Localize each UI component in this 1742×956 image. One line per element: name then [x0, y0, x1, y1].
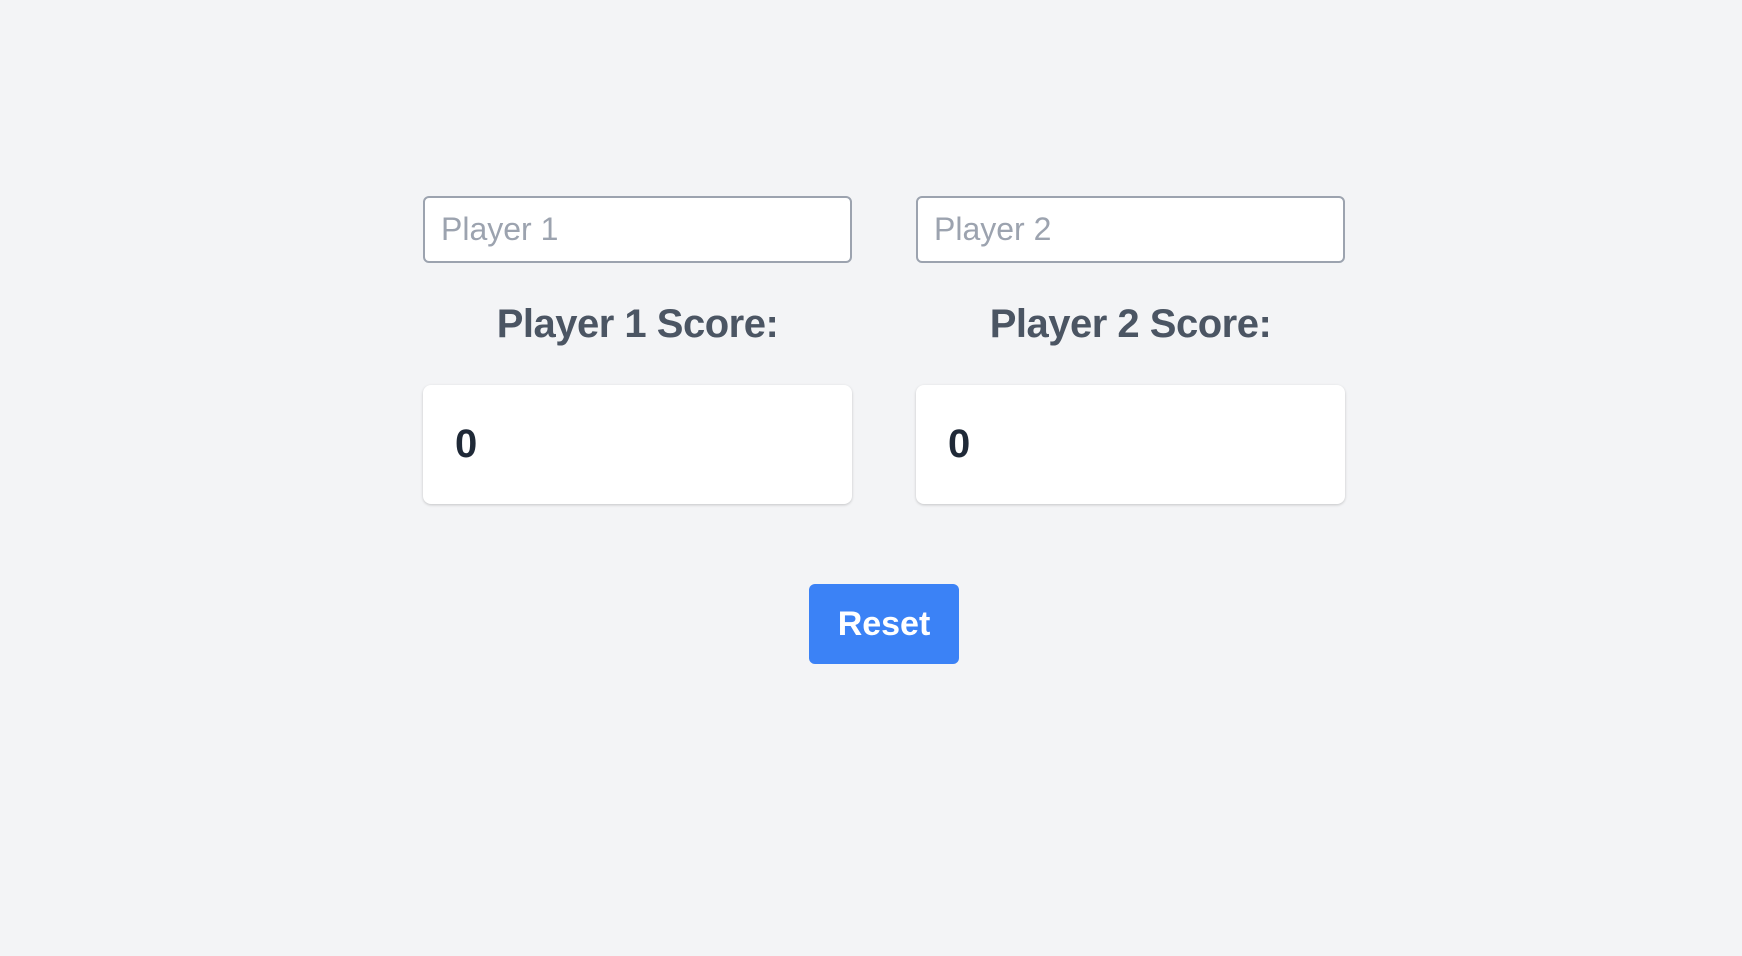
player-2-score-heading: Player 2 Score:	[989, 302, 1272, 346]
player-1-score-heading: Player 1 Score:	[496, 302, 779, 346]
score-board: Player 1 Score: Player 2 Score: 0 0 Rese…	[0, 0, 1742, 956]
player-2-name-input[interactable]	[916, 196, 1345, 263]
player-1-name-input[interactable]	[423, 196, 852, 263]
reset-button[interactable]: Reset	[809, 584, 959, 664]
player-1-score-card[interactable]: 0	[423, 385, 852, 504]
player-2-score-card[interactable]: 0	[916, 385, 1345, 504]
player-1-score-value: 0	[455, 422, 478, 466]
player-2-score-value: 0	[948, 422, 971, 466]
